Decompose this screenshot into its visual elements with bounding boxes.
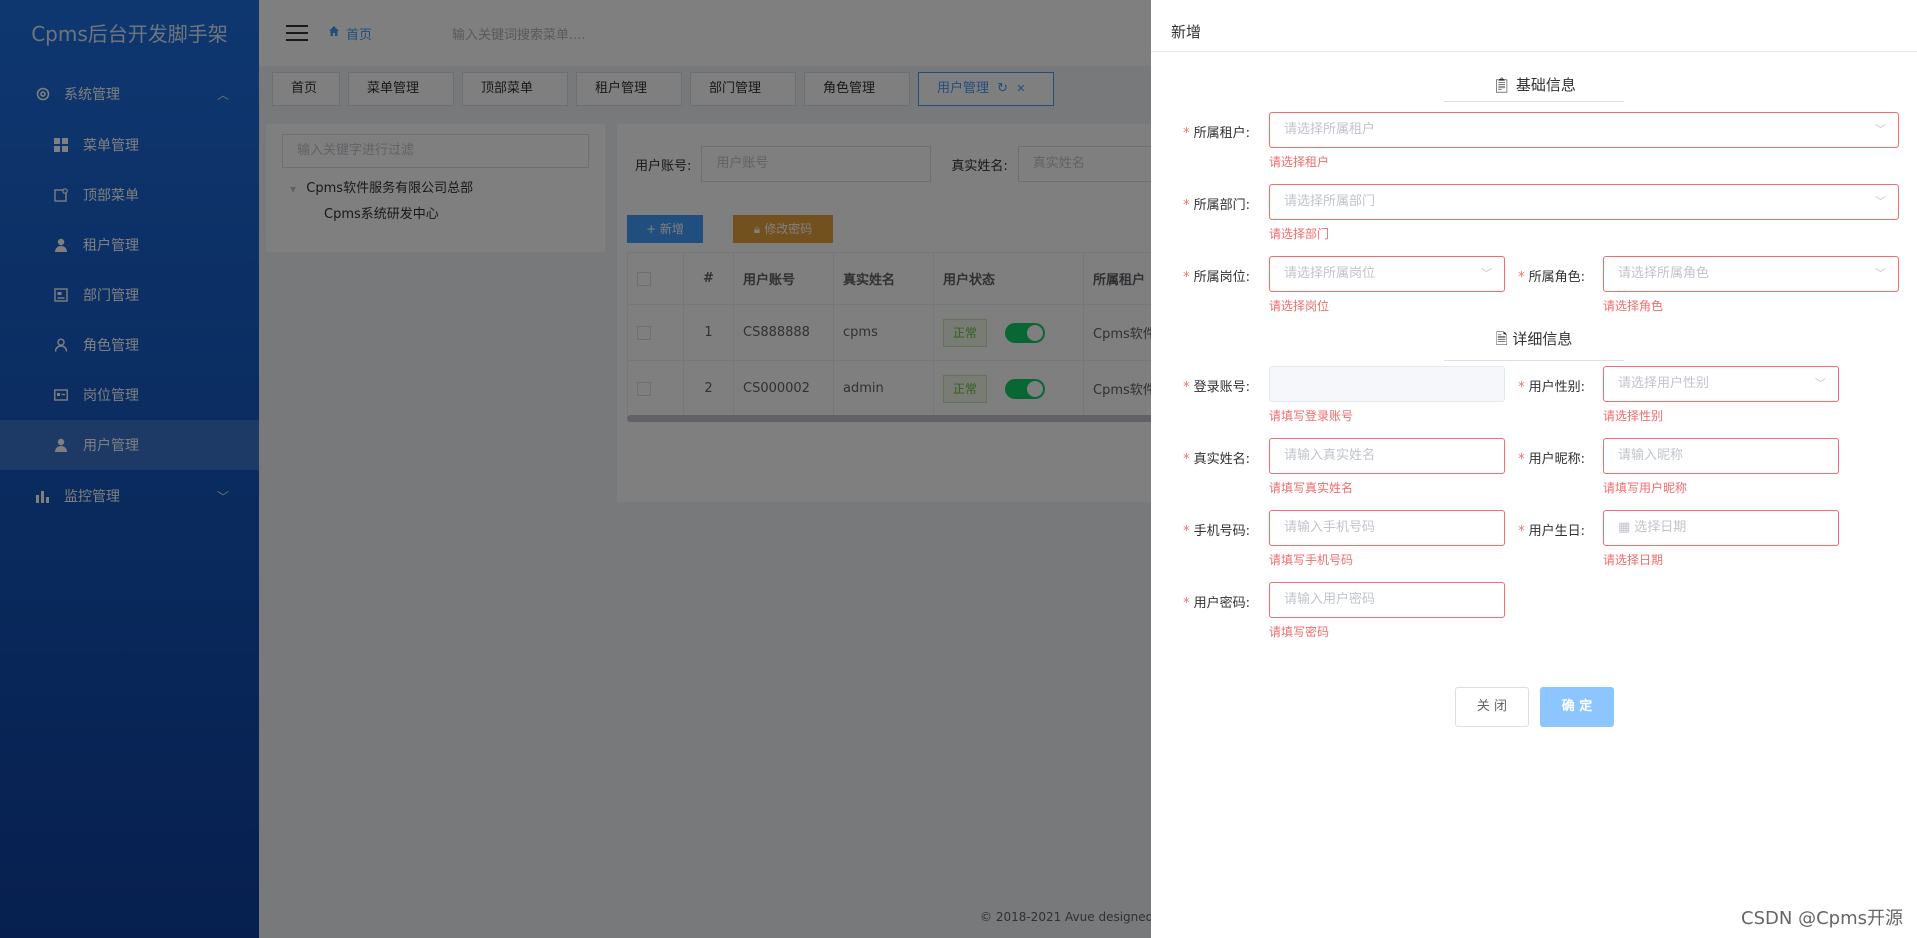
- section-label: 基础信息: [1515, 76, 1576, 94]
- dept-select[interactable]: 请选择所属部门 ﹀: [1269, 184, 1899, 220]
- tenant-label: * 所属租户:: [1183, 126, 1250, 141]
- role-error: 请选择角色: [1603, 299, 1664, 313]
- chevron-down-icon: ﹀: [1815, 377, 1826, 390]
- nickname-label-text: 用户昵称:: [1528, 452, 1585, 467]
- sex-error: 请选择性别: [1603, 409, 1664, 423]
- dept-select-placeholder: 请选择所属部门: [1284, 194, 1376, 209]
- nickname-label: * 用户昵称:: [1518, 452, 1585, 467]
- close-button[interactable]: 关 闭: [1455, 687, 1529, 727]
- nickname-input[interactable]: 请输入昵称: [1603, 438, 1839, 474]
- post-select[interactable]: 请选择所属岗位 ﹀: [1269, 256, 1505, 292]
- phone-input[interactable]: 请输入手机号码: [1269, 510, 1505, 546]
- password-label: * 用户密码:: [1183, 596, 1250, 611]
- document-icon: 🗎︎: [1495, 330, 1508, 348]
- sex-label: * 用户性别:: [1518, 380, 1585, 395]
- realname-error: 请填写真实姓名: [1269, 481, 1354, 495]
- account-label: * 登录账号:: [1183, 380, 1250, 395]
- tenant-label-text: 所属租户:: [1193, 126, 1250, 141]
- chevron-down-icon: ﹀: [1481, 267, 1492, 280]
- nickname-error: 请填写用户昵称: [1603, 481, 1688, 495]
- dept-label-text: 所属部门:: [1193, 198, 1250, 213]
- birthday-error: 请选择日期: [1603, 553, 1664, 567]
- birthday-date-picker[interactable]: ▦ 选择日期: [1603, 510, 1839, 546]
- section-detail-info: 🗎︎ 详细信息: [1444, 328, 1624, 361]
- realname-input[interactable]: 请输入真实姓名: [1269, 438, 1505, 474]
- realname-label: * 真实姓名:: [1183, 452, 1250, 467]
- confirm-button[interactable]: 确 定: [1540, 687, 1614, 727]
- role-label: * 所属角色:: [1518, 270, 1585, 285]
- account-label-text: 登录账号:: [1193, 380, 1250, 395]
- chevron-down-icon: ﹀: [1875, 195, 1886, 208]
- chevron-down-icon: ﹀: [1875, 267, 1886, 280]
- post-label: * 所属岗位:: [1183, 270, 1250, 285]
- tenant-select-placeholder: 请选择所属租户: [1284, 122, 1376, 137]
- dept-error: 请选择部门: [1269, 227, 1330, 241]
- realname-label-text: 真实姓名:: [1193, 452, 1250, 467]
- tenant-select[interactable]: 请选择所属租户 ﹀: [1269, 112, 1899, 148]
- password-input[interactable]: 请输入用户密码: [1269, 582, 1505, 618]
- tenant-error: 请选择租户: [1269, 155, 1330, 169]
- post-select-placeholder: 请选择所属岗位: [1284, 266, 1376, 281]
- password-error: 请填写密码: [1269, 625, 1330, 639]
- post-label-text: 所属岗位:: [1193, 270, 1250, 285]
- post-error: 请选择岗位: [1269, 299, 1330, 313]
- calendar-icon: ▦: [1618, 520, 1631, 535]
- birthday-placeholder: 选择日期: [1634, 520, 1687, 535]
- sex-select-placeholder: 请选择用户性别: [1618, 376, 1710, 391]
- dept-label: * 所属部门:: [1183, 198, 1250, 213]
- csdn-watermark: CSDN @Cpms开源: [1741, 908, 1903, 929]
- sex-label-text: 用户性别:: [1528, 380, 1585, 395]
- phone-error: 请填写手机号码: [1269, 553, 1354, 567]
- sex-select[interactable]: 请选择用户性别 ﹀: [1603, 366, 1839, 402]
- chevron-down-icon: ﹀: [1875, 123, 1886, 136]
- section-label: 详细信息: [1512, 330, 1573, 348]
- drawer-title: 新增: [1151, 0, 1917, 52]
- account-error: 请填写登录账号: [1269, 409, 1354, 423]
- account-input[interactable]: [1269, 366, 1505, 402]
- role-label-text: 所属角色:: [1528, 270, 1585, 285]
- password-label-text: 用户密码:: [1193, 596, 1250, 611]
- birthday-label-text: 用户生日:: [1528, 524, 1585, 539]
- role-select[interactable]: 请选择所属角色 ﹀: [1603, 256, 1899, 292]
- role-select-placeholder: 请选择所属角色: [1618, 266, 1710, 281]
- phone-label: * 手机号码:: [1183, 524, 1250, 539]
- clipboard-icon: 📋︎: [1492, 76, 1512, 94]
- phone-label-text: 手机号码:: [1193, 524, 1250, 539]
- birthday-label: * 用户生日:: [1518, 524, 1585, 539]
- section-basic-info: 📋︎ 基础信息: [1444, 74, 1624, 102]
